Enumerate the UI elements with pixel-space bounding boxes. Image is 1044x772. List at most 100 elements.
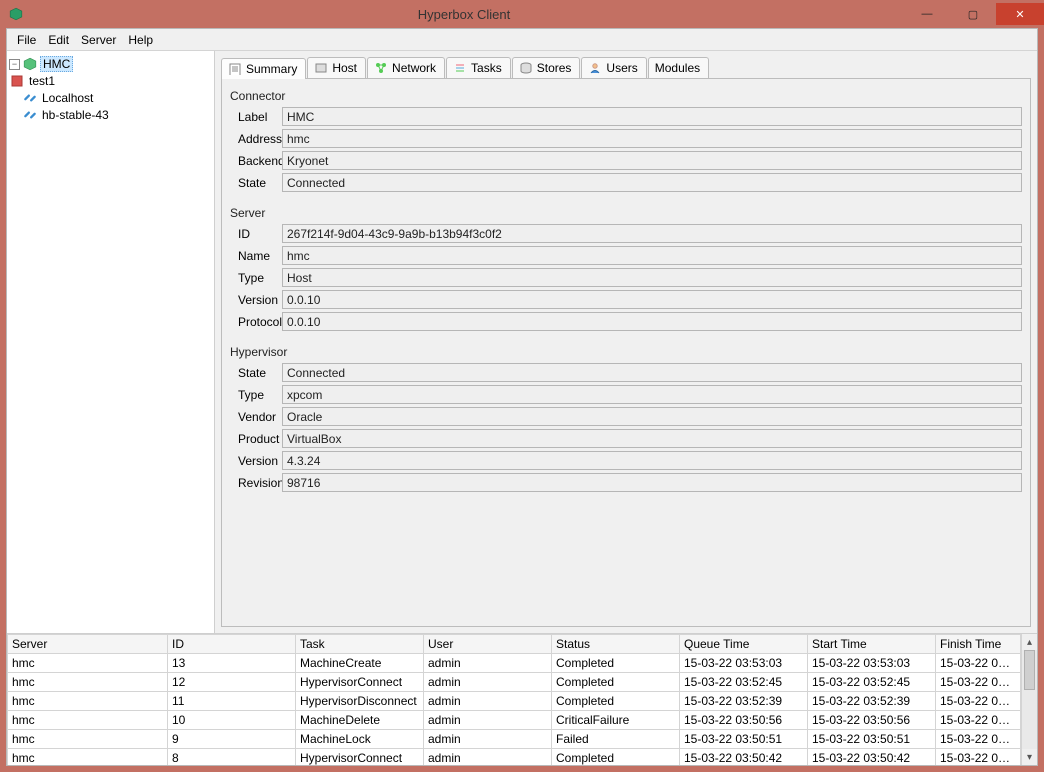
tree-label-test1: test1	[27, 74, 57, 88]
tab-summary[interactable]: Summary	[221, 58, 306, 79]
cell-task: HypervisorConnect	[296, 673, 424, 692]
minimize-button[interactable]: —	[904, 3, 950, 25]
col-task[interactable]: Task	[296, 635, 424, 654]
cell-queue: 15-03-22 03:50:51	[680, 730, 808, 749]
cell-status: Completed	[552, 654, 680, 673]
cell-server: hmc	[8, 730, 168, 749]
cell-id: 13	[168, 654, 296, 673]
tab-network[interactable]: Network	[367, 57, 445, 78]
label-vendor: Vendor	[230, 410, 282, 424]
main-split: − HMC	[7, 51, 1037, 633]
label-address: Address	[230, 132, 282, 146]
cell-queue: 15-03-22 03:52:45	[680, 673, 808, 692]
tree-node-test1[interactable]: test1	[9, 73, 212, 89]
tab-tasks-label: Tasks	[471, 61, 502, 75]
hv-vendor-field[interactable]	[282, 407, 1022, 426]
group-server: Server	[230, 206, 1022, 220]
group-hypervisor: Hypervisor	[230, 345, 1022, 359]
tree-node-hmc[interactable]: − HMC	[9, 56, 212, 72]
scroll-up-icon[interactable]: ▴	[1022, 634, 1037, 650]
col-start[interactable]: Start Time	[808, 635, 936, 654]
tab-modules[interactable]: Modules	[648, 57, 709, 78]
table-row[interactable]: hmc9MachineLockadminFailed15-03-22 03:50…	[8, 730, 1021, 749]
scroll-track[interactable]	[1022, 650, 1037, 749]
client-area: File Edit Server Help − HMC	[6, 28, 1038, 766]
cell-server: hmc	[8, 692, 168, 711]
tab-stores[interactable]: Stores	[512, 57, 581, 78]
maximize-button[interactable]: ▢	[950, 3, 996, 25]
server-version-field[interactable]	[282, 290, 1022, 309]
cell-server: hmc	[8, 654, 168, 673]
cell-id: 8	[168, 749, 296, 766]
tab-host[interactable]: Host	[307, 57, 366, 78]
table-row[interactable]: hmc8HypervisorConnectadminCompleted15-03…	[8, 749, 1021, 766]
cell-finish: 15-03-22 03:53:04	[936, 654, 1021, 673]
cell-queue: 15-03-22 03:53:03	[680, 654, 808, 673]
col-status[interactable]: Status	[552, 635, 680, 654]
menu-server[interactable]: Server	[75, 31, 122, 49]
cell-task: HypervisorDisconnect	[296, 692, 424, 711]
cell-id: 12	[168, 673, 296, 692]
col-user[interactable]: User	[424, 635, 552, 654]
menu-file[interactable]: File	[11, 31, 42, 49]
cell-user: admin	[424, 730, 552, 749]
network-icon	[374, 61, 388, 75]
table-row[interactable]: hmc13MachineCreateadminCompleted15-03-22…	[8, 654, 1021, 673]
cell-queue: 15-03-22 03:50:56	[680, 711, 808, 730]
cell-user: admin	[424, 654, 552, 673]
col-id[interactable]: ID	[168, 635, 296, 654]
hv-revision-field[interactable]	[282, 473, 1022, 492]
label-hv-version: Version	[230, 454, 282, 468]
menu-edit[interactable]: Edit	[42, 31, 75, 49]
hv-type-field[interactable]	[282, 385, 1022, 404]
hv-state-field[interactable]	[282, 363, 1022, 382]
label-product: Product	[230, 432, 282, 446]
tab-tasks[interactable]: Tasks	[446, 57, 511, 78]
tree-label-localhost: Localhost	[40, 91, 95, 105]
tab-summary-label: Summary	[246, 62, 297, 76]
menu-help[interactable]: Help	[122, 31, 159, 49]
server-id-field[interactable]	[282, 224, 1022, 243]
table-row[interactable]: hmc12HypervisorConnectadminCompleted15-0…	[8, 673, 1021, 692]
server-protocol-field[interactable]	[282, 312, 1022, 331]
label-state: State	[230, 176, 282, 190]
label-backend: Backend	[230, 154, 282, 168]
col-server[interactable]: Server	[8, 635, 168, 654]
tree-collapse-icon[interactable]: −	[9, 59, 20, 70]
connector-address-field[interactable]	[282, 129, 1022, 148]
col-finish[interactable]: Finish Time	[936, 635, 1021, 654]
cell-start: 15-03-22 03:52:39	[808, 692, 936, 711]
server-type-field[interactable]	[282, 268, 1022, 287]
label-type: Type	[230, 271, 282, 285]
hv-version-field[interactable]	[282, 451, 1022, 470]
connector-label-field[interactable]	[282, 107, 1022, 126]
scroll-thumb[interactable]	[1024, 650, 1035, 690]
close-button[interactable]: ✕	[996, 3, 1044, 25]
table-row[interactable]: hmc11HypervisorDisconnectadminCompleted1…	[8, 692, 1021, 711]
cell-queue: 15-03-22 03:50:42	[680, 749, 808, 766]
cell-user: admin	[424, 711, 552, 730]
tree-label-hmc: HMC	[40, 56, 73, 72]
tab-strip: Summary Host Network Tasks	[221, 57, 1031, 79]
col-queue[interactable]: Queue Time	[680, 635, 808, 654]
cell-server: hmc	[8, 749, 168, 766]
tasks-scrollbar[interactable]: ▴ ▾	[1021, 634, 1037, 765]
tree-node-localhost[interactable]: Localhost	[9, 90, 212, 106]
window-title: Hyperbox Client	[24, 7, 904, 22]
cell-task: MachineLock	[296, 730, 424, 749]
server-name-field[interactable]	[282, 246, 1022, 265]
tree-node-hbstable43[interactable]: hb-stable-43	[9, 107, 212, 123]
label-id: ID	[230, 227, 282, 241]
cell-status: Failed	[552, 730, 680, 749]
host-icon	[314, 61, 328, 75]
tab-users[interactable]: Users	[581, 57, 646, 78]
tab-stores-label: Stores	[537, 61, 572, 75]
table-row[interactable]: hmc10MachineDeleteadminCriticalFailure15…	[8, 711, 1021, 730]
cell-queue: 15-03-22 03:52:39	[680, 692, 808, 711]
connector-state-field[interactable]	[282, 173, 1022, 192]
scroll-down-icon[interactable]: ▾	[1022, 749, 1037, 765]
connector-backend-field[interactable]	[282, 151, 1022, 170]
cell-start: 15-03-22 03:50:42	[808, 749, 936, 766]
hv-product-field[interactable]	[282, 429, 1022, 448]
cell-start: 15-03-22 03:50:51	[808, 730, 936, 749]
